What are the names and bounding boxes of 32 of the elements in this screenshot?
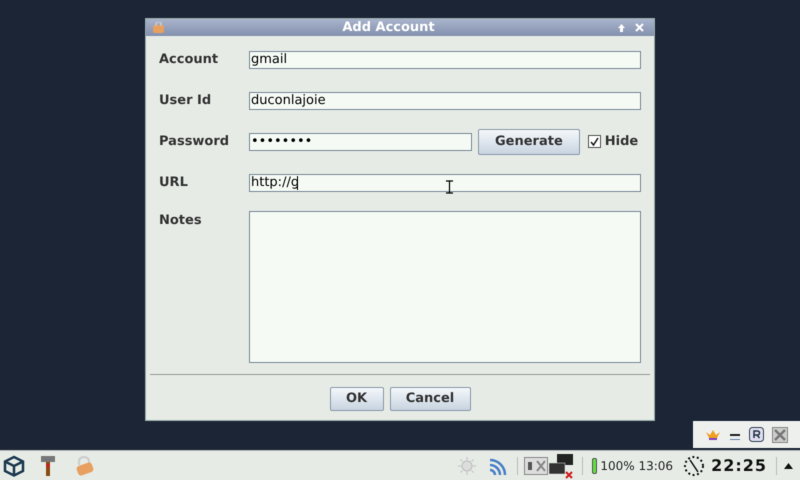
field-label: Account <box>159 50 220 69</box>
input-field[interactable]: duconlajoie <box>249 92 641 110</box>
switch-icon <box>524 456 548 474</box>
lock-icon <box>152 22 165 34</box>
notes-field[interactable] <box>249 211 641 363</box>
close-icon <box>634 23 644 32</box>
text-cursor-icon <box>446 180 453 194</box>
caret-icon[interactable] <box>784 462 793 468</box>
up-arrow-icon <box>616 23 626 34</box>
dialog-button[interactable]: OK <box>330 387 384 411</box>
clock-icon <box>683 454 706 476</box>
battery-status: 100% 13:06 <box>600 458 674 474</box>
field-label: User Id <box>159 92 212 110</box>
field-label: Password <box>159 132 230 151</box>
checkbox-label: Hide <box>604 132 638 151</box>
generate-button[interactable]: Generate <box>478 128 580 154</box>
field-label: Notes <box>159 212 203 230</box>
field-label: URL <box>159 174 189 192</box>
dialog-button[interactable]: Cancel <box>390 387 470 411</box>
checkbox[interactable] <box>588 135 601 148</box>
hammer-icon[interactable] <box>40 454 56 476</box>
network-icon <box>548 452 574 478</box>
r-key-icon <box>749 427 764 442</box>
input-field[interactable]: gmail <box>249 50 641 68</box>
input-field[interactable]: •••••••• <box>249 132 472 150</box>
window-title: Add Account <box>341 18 436 37</box>
tools-icon <box>772 426 788 442</box>
sun-icon <box>457 456 478 476</box>
crown-icon <box>705 428 721 440</box>
battery-icon <box>592 458 598 474</box>
clock-time: 22:25 <box>711 454 767 476</box>
cube-icon[interactable] <box>3 454 25 476</box>
